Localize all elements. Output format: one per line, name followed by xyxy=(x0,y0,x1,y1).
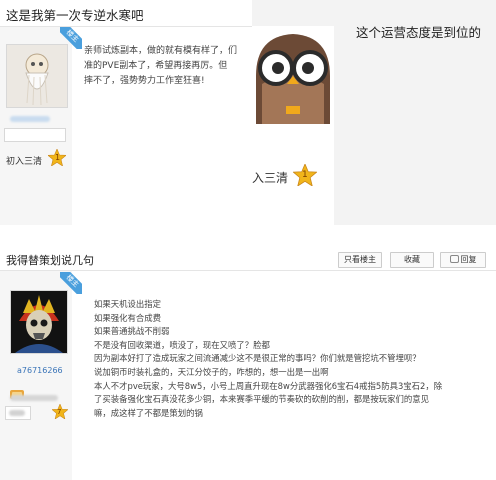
avatar[interactable] xyxy=(10,290,68,354)
post-2-line: 了买装备强化宝石真没花多少铜，本来赛季平缓的节奏砍的砍削的削，都是按玩家们的意见 xyxy=(94,394,429,405)
post-2-line: 如果强化有合成费 xyxy=(94,312,161,323)
blurred-badges xyxy=(10,395,58,401)
post-1-title: 这是我第一次专逆水寒吧 xyxy=(6,8,144,23)
avatar-image xyxy=(11,291,67,353)
post-2-line: 本人不才pve玩家，大号8w5，小号上周直升现在8w分武器强化6宝石4戒指5防具… xyxy=(94,380,443,391)
rank-level: 1 xyxy=(302,170,308,180)
post-2-line: 如果普通挑战不削弱 xyxy=(94,326,170,337)
user-rank: 初入三清 xyxy=(6,157,43,167)
avatar-image xyxy=(7,45,67,107)
game-badge-icon xyxy=(10,384,24,399)
post-1-content: 亲师试炼副本，做的就有模有样了，们 准的PVE副本了，希望再接再厉。但 摔不了，… xyxy=(84,44,254,89)
op-ribbon: 楼主 xyxy=(60,27,82,49)
post-2-line: 因为副本好打了造成玩家之间流通减少这不是很正常的事吗？你们就是管挖坑不管埋呗？ xyxy=(94,353,421,364)
username-link[interactable]: a76716266 xyxy=(17,366,63,375)
only-op-button[interactable]: 只看楼主 xyxy=(338,252,382,268)
post-2-line: 嘛，成这样了不都是策划的锅 xyxy=(94,407,203,418)
reply-icon xyxy=(449,255,459,263)
reply-button[interactable]: 回复 xyxy=(440,252,486,268)
post-2-line: 如果天机设出指定 xyxy=(94,299,161,309)
favorite-button[interactable]: 收藏 xyxy=(390,252,434,268)
avatar[interactable] xyxy=(6,44,68,108)
post-1-line: 亲师试炼副本，做的就有模有样了，们 xyxy=(84,46,238,56)
post-2-line: 说加铜币时装礼盒的，天江分饺子的，咋想的，想一出是一出啊 xyxy=(94,366,329,377)
blurred-username xyxy=(10,116,50,122)
post-2-line: 不是没有回收渠道，喷没了，现在又喷了？脸都 xyxy=(94,339,270,350)
post-1-line: 准的PVE副本了，希望再接再厉。但 xyxy=(84,61,228,71)
post-2-content: 如果天机设出指定 如果强化有合成费 如果普通挑战不削弱 不是没有回收渠道，喷没了… xyxy=(94,298,494,420)
rank-level: 1 xyxy=(55,153,61,162)
rank-level: 7 xyxy=(57,408,62,416)
post-2-title: 我得替策划说几句 xyxy=(6,254,94,267)
user-field xyxy=(4,128,66,142)
op-ribbon: 楼主 xyxy=(60,272,82,294)
user-rank: 入三清 xyxy=(252,171,289,185)
post-1-line: 摔不了，强势势力工作室狂喜! xyxy=(84,76,205,86)
owl-avatar[interactable] xyxy=(252,26,334,128)
reply-caption: 这个运营态度是到位的 xyxy=(356,25,482,40)
blurred-rank xyxy=(9,410,25,416)
